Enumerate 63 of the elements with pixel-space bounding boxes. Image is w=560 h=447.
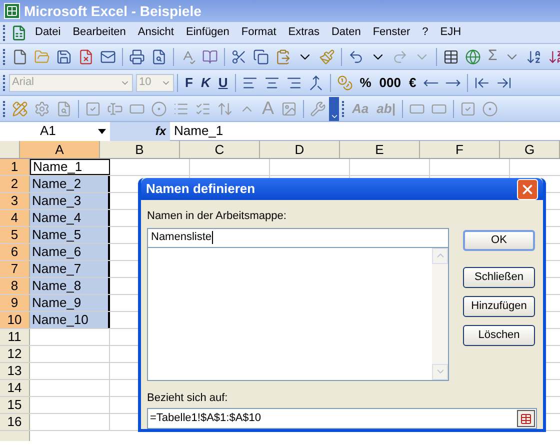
dialog-button[interactable]: Löschen bbox=[463, 324, 535, 346]
toolbar-button[interactable]: F bbox=[181, 72, 197, 94]
reference-field[interactable]: =Tabelle1!$A$1:$A$10 bbox=[147, 408, 537, 429]
row-header[interactable]: 7 bbox=[0, 261, 30, 277]
close-button[interactable] bbox=[517, 178, 538, 200]
table-cell: Name_7 bbox=[30, 261, 110, 277]
table-cell: Name_8 bbox=[30, 278, 110, 294]
table-cell: Name_3 bbox=[30, 193, 110, 209]
menu-item[interactable]: Ansicht bbox=[132, 24, 180, 41]
table-cell: Name_6 bbox=[30, 244, 110, 260]
toolbar-button[interactable]: K bbox=[196, 72, 214, 94]
menu-item[interactable]: EJH bbox=[434, 24, 468, 41]
row-header[interactable]: 16 bbox=[0, 414, 30, 430]
row-header[interactable]: 5 bbox=[0, 227, 30, 243]
menu-item[interactable]: Daten bbox=[325, 24, 367, 41]
row-header[interactable]: 10 bbox=[0, 312, 30, 328]
toolbar-button[interactable]: U bbox=[214, 72, 232, 94]
row-header[interactable]: 9 bbox=[0, 295, 30, 311]
menu-item[interactable]: Bearbeiten bbox=[66, 24, 132, 41]
row-header[interactable]: 12 bbox=[0, 346, 30, 362]
dialog-button[interactable]: OK bbox=[463, 230, 535, 250]
name-field[interactable]: Namensliste bbox=[147, 228, 449, 248]
row-header[interactable] bbox=[0, 431, 30, 441]
row-header[interactable]: 6 bbox=[0, 244, 30, 260]
dialog-button[interactable]: Hinzufügen bbox=[463, 296, 535, 316]
row-header[interactable]: 4 bbox=[0, 210, 30, 226]
row-header[interactable]: 13 bbox=[0, 363, 30, 379]
scroll-up-icon[interactable] bbox=[432, 248, 448, 264]
table-cell: Name_9 bbox=[30, 295, 110, 311]
field-label: Namen in der Arbeitsmappe: bbox=[147, 209, 288, 224]
column-header[interactable]: A bbox=[20, 141, 100, 158]
dialog-button[interactable]: Schließen bbox=[463, 266, 535, 288]
menu-item[interactable]: Extras bbox=[282, 24, 326, 41]
table-cell: Name_10 bbox=[30, 312, 110, 328]
scrollbar[interactable] bbox=[432, 248, 448, 380]
dialog-title: Namen definieren bbox=[146, 180, 256, 198]
row-header[interactable]: 11 bbox=[0, 329, 30, 345]
toolbar-button[interactable]: 000 bbox=[375, 72, 405, 94]
formula-field[interactable]: Name_1 bbox=[170, 121, 560, 141]
menu-item[interactable]: Format bbox=[235, 24, 282, 41]
row-header[interactable]: 8 bbox=[0, 278, 30, 294]
row-header[interactable]: 14 bbox=[0, 380, 30, 396]
app-icon bbox=[4, 3, 20, 19]
toolbar-button[interactable]: % bbox=[356, 72, 376, 94]
table-cell: Name_4 bbox=[30, 210, 110, 226]
table-cell: Name_2 bbox=[30, 176, 110, 192]
row-header[interactable]: 1 bbox=[0, 159, 30, 175]
menu-item[interactable]: ? bbox=[416, 24, 434, 41]
dropdown-arrow-icon[interactable] bbox=[98, 128, 106, 134]
toolbar-button[interactable]: € bbox=[405, 72, 420, 94]
menu-item[interactable]: Einfügen bbox=[180, 24, 236, 41]
window-title: Microsoft Excel - Beispiele bbox=[24, 2, 202, 21]
field-label: Bezieht sich auf: bbox=[147, 390, 229, 406]
toolbar-options-button[interactable] bbox=[329, 96, 340, 120]
row-header[interactable]: 3 bbox=[0, 193, 30, 209]
table-cell: Name_1 bbox=[30, 159, 110, 175]
collapse-dialog-icon[interactable] bbox=[517, 410, 535, 427]
row-header[interactable]: 2 bbox=[0, 176, 30, 192]
menu-item[interactable]: Fenster bbox=[366, 24, 416, 41]
table-cell: Name_5 bbox=[30, 227, 110, 243]
row-header[interactable]: 15 bbox=[0, 397, 30, 413]
menu-item[interactable]: Datei bbox=[29, 24, 67, 41]
function-button[interactable]: fx bbox=[155, 122, 166, 140]
